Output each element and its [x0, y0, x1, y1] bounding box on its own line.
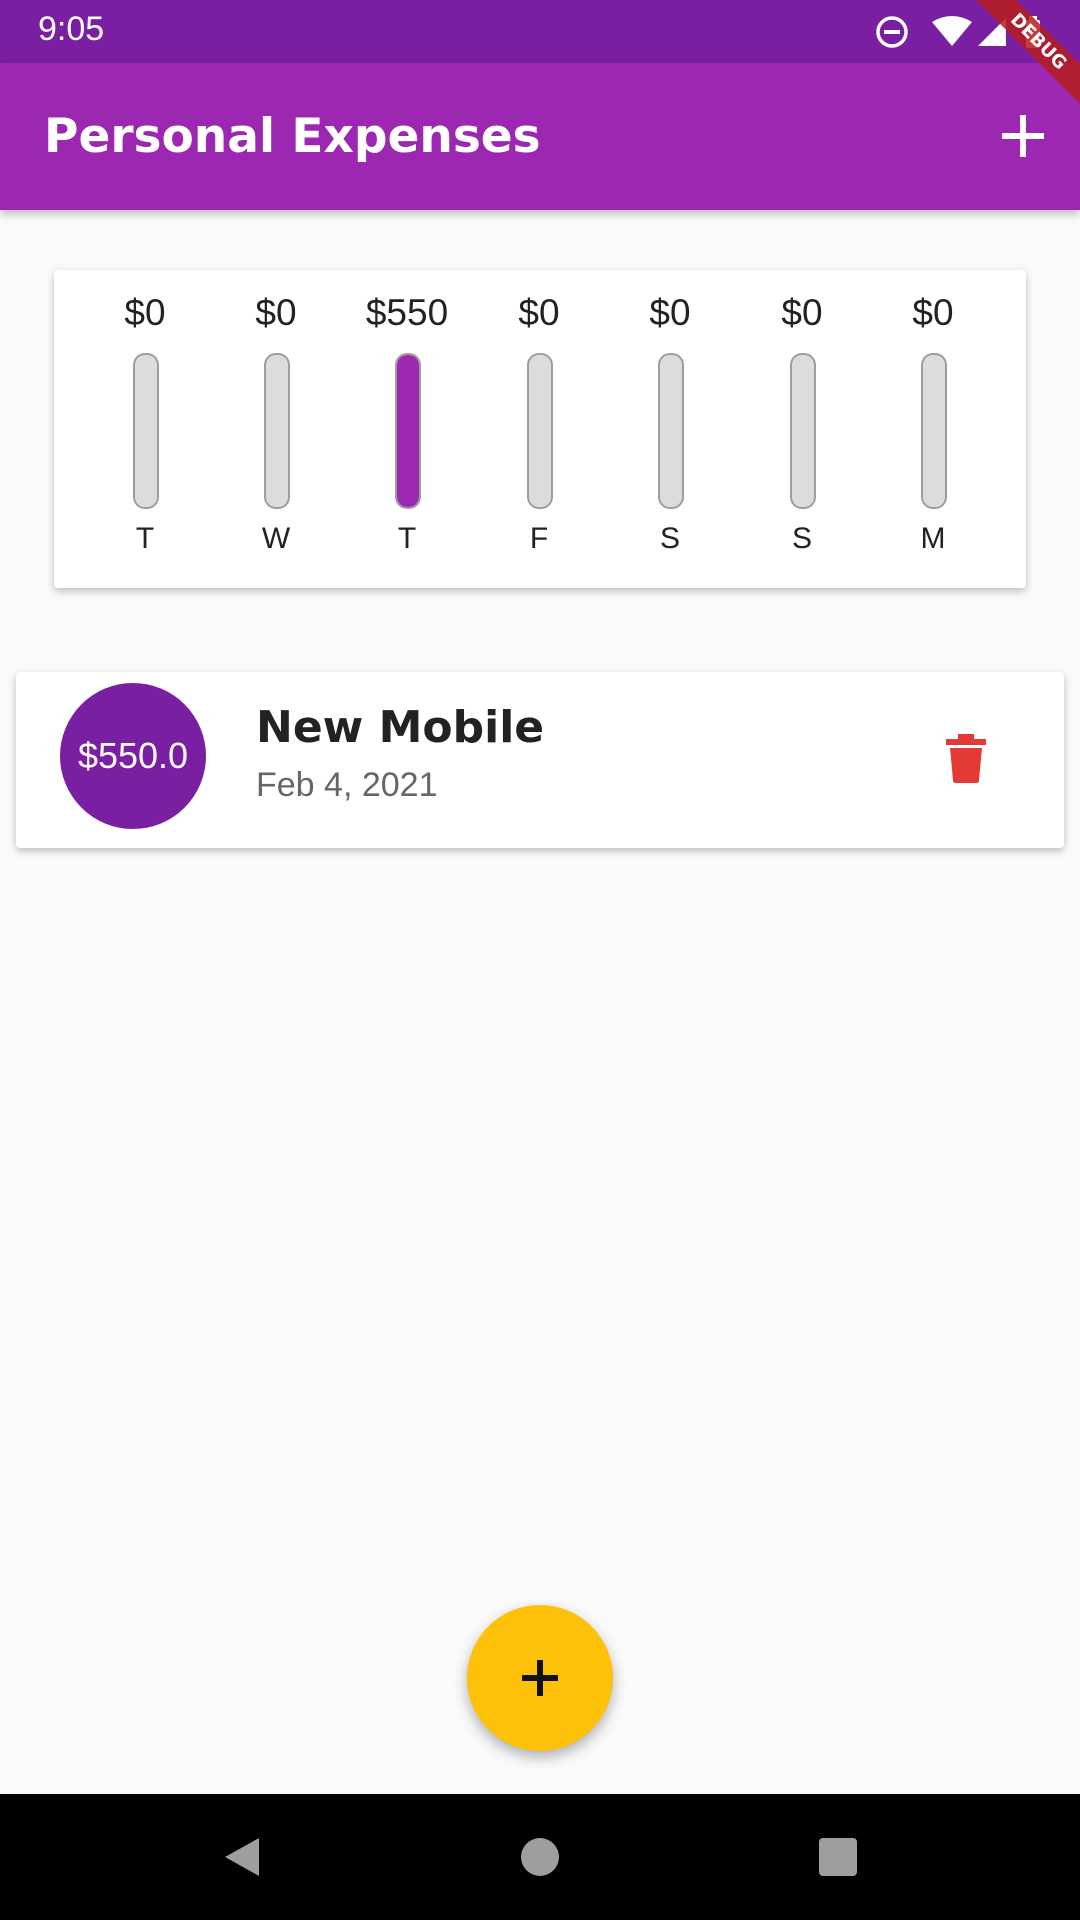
chart-bar-day: S	[659, 522, 680, 555]
chart-bar-day: M	[920, 522, 946, 555]
chart-bar-track	[133, 353, 159, 509]
chart-bar-6: $0 M	[873, 270, 993, 588]
app-bar: Personal Expenses	[0, 63, 1080, 210]
status-time: 9:05	[38, 10, 105, 48]
chart-bar-amount: $0	[912, 292, 954, 333]
chart-bar-5: $0 S	[742, 270, 862, 588]
do-not-disturb-icon	[876, 16, 908, 48]
home-icon	[521, 1838, 559, 1876]
debug-banner: DEBUG	[970, 0, 1080, 110]
transaction-card: $550.0 New Mobile Feb 4, 2021	[16, 672, 1064, 848]
chart-bar-track	[527, 353, 553, 509]
add-icon	[1002, 115, 1044, 157]
chart-bar-track	[658, 353, 684, 509]
chart-bar-track	[921, 353, 947, 509]
chart-bar-track	[395, 353, 421, 509]
delete-transaction-button[interactable]	[936, 728, 996, 788]
chart-bar-2: $550 T	[347, 270, 467, 588]
transaction-amount-avatar: $550.0	[60, 683, 206, 829]
chart-bar-day: F	[529, 522, 549, 555]
add-transaction-fab[interactable]	[467, 1605, 613, 1751]
add-transaction-button[interactable]	[992, 105, 1054, 167]
status-bar: 9:05	[0, 0, 1080, 63]
chart-bar-track	[264, 353, 290, 509]
navigation-bar	[0, 1794, 1080, 1920]
debug-label: DEBUG	[970, 0, 1080, 110]
chart-bar-4: $0 S	[610, 270, 730, 588]
add-icon	[522, 1660, 558, 1696]
chart-bar-1: $0 W	[216, 270, 336, 588]
back-button[interactable]	[217, 1832, 267, 1882]
back-icon	[225, 1838, 259, 1876]
home-button[interactable]	[515, 1832, 565, 1882]
recents-icon	[819, 1838, 857, 1876]
chart-bar-day: T	[135, 522, 155, 555]
trash-icon	[946, 734, 986, 783]
chart-bar-day: T	[397, 522, 417, 555]
recents-button[interactable]	[813, 1832, 863, 1882]
chart-bar-0: $0 T	[85, 270, 205, 588]
page-title: Personal Expenses	[44, 109, 541, 164]
transaction-date: Feb 4, 2021	[256, 766, 438, 804]
chart-bar-day: S	[791, 522, 812, 555]
transaction-title: New Mobile	[256, 702, 545, 753]
chart-bar-fill	[397, 355, 419, 507]
chart-bar-track	[790, 353, 816, 509]
chart-bar-day: W	[261, 522, 291, 555]
chart-bar-3: $0 F	[479, 270, 599, 588]
wifi-icon	[932, 16, 972, 46]
weekly-chart-card: $0 T $0 W $550 T $0 F $0 S $0 S $0 M	[54, 270, 1026, 588]
